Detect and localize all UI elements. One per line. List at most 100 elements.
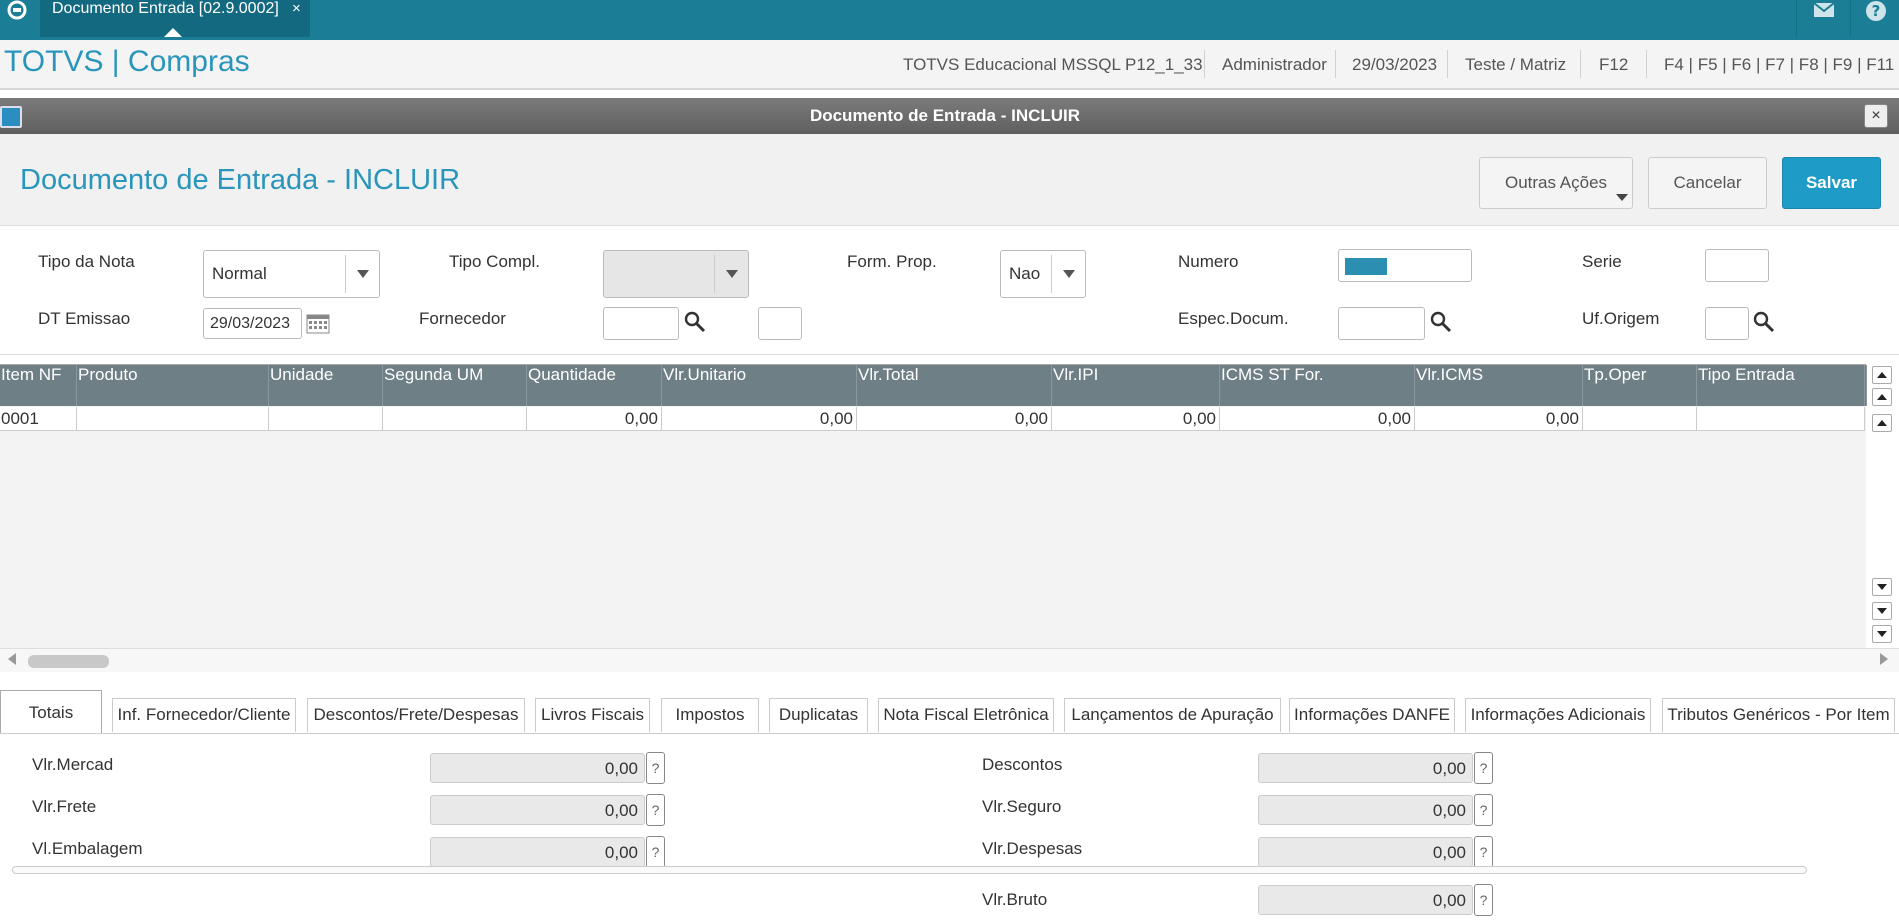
user-label[interactable]: Administrador	[1222, 55, 1327, 75]
tab-close-icon[interactable]: ×	[292, 0, 301, 17]
column-header[interactable]: Vlr.Total	[857, 365, 1052, 406]
scroll-page-down-icon[interactable]	[1872, 602, 1892, 620]
cell-quantidade[interactable]: 0,00	[527, 407, 662, 431]
window-title: Documento de Entrada - INCLUIR	[809, 106, 1081, 125]
column-header[interactable]: Vlr.ICMS	[1415, 365, 1583, 406]
chevron-down-icon[interactable]	[714, 255, 748, 293]
chevron-down-icon[interactable]	[1051, 255, 1085, 293]
column-header[interactable]: Segunda UM	[383, 365, 527, 406]
vlr-seguro-field[interactable]: 0,00	[1258, 795, 1473, 825]
tab-duplicatas[interactable]: Duplicatas	[769, 698, 868, 732]
tab-descontos[interactable]: Descontos/Frete/Despesas	[307, 698, 525, 732]
dt-emissao-field[interactable]: 29/03/2023	[203, 308, 302, 339]
column-header[interactable]: Item NF	[0, 365, 77, 406]
scroll-down-icon[interactable]	[1872, 578, 1892, 596]
help-button[interactable]: ?	[1474, 836, 1493, 868]
svg-text:?: ?	[1872, 2, 1881, 20]
branch-label[interactable]: Teste / Matriz	[1465, 55, 1566, 75]
scroll-thumb[interactable]	[28, 655, 109, 668]
scroll-bottom-icon[interactable]	[1872, 625, 1892, 643]
cell-vlr-unitario[interactable]: 0,00	[662, 407, 857, 431]
calendar-icon[interactable]	[306, 314, 330, 334]
column-header[interactable]: Vlr.IPI	[1052, 365, 1220, 406]
help-button[interactable]: ?	[1474, 752, 1493, 784]
column-header[interactable]: Vlr.Unitario	[662, 365, 857, 406]
search-icon[interactable]	[684, 311, 706, 333]
tipo-compl-select[interactable]	[603, 250, 749, 298]
vlr-despesas-field[interactable]: 0,00	[1258, 837, 1473, 867]
form-prop-select[interactable]: Nao	[1000, 250, 1086, 298]
cell-tipo-entrada[interactable]	[1697, 407, 1865, 431]
column-header[interactable]: Tp.Oper	[1583, 365, 1697, 406]
cell-unidade[interactable]	[269, 407, 383, 431]
chevron-down-icon[interactable]	[345, 255, 379, 293]
cell-icms-st[interactable]: 0,00	[1220, 407, 1415, 431]
date-label[interactable]: 29/03/2023	[1352, 55, 1437, 75]
more-actions-button[interactable]: Outras Ações	[1479, 157, 1633, 209]
vlr-frete-field[interactable]: 0,00	[430, 795, 645, 825]
uf-origem-field[interactable]	[1705, 307, 1749, 340]
help-button[interactable]: ?	[1850, 0, 1899, 37]
cell-segunda-um[interactable]	[383, 407, 527, 431]
tab-tributos[interactable]: Tributos Genéricos - Por Item	[1662, 698, 1895, 732]
search-icon[interactable]	[1430, 311, 1452, 333]
scroll-top-icon[interactable]	[1872, 366, 1892, 384]
column-header[interactable]: Produto	[77, 365, 269, 406]
tipo-nota-select[interactable]: Normal	[203, 250, 380, 298]
tab-danfe[interactable]: Informações DANFE	[1289, 698, 1455, 732]
tab-livros-fiscais[interactable]: Livros Fiscais	[535, 698, 650, 732]
scroll-up-icon[interactable]	[1872, 414, 1892, 432]
numero-field[interactable]	[1338, 249, 1472, 282]
tab-lancamentos[interactable]: Lançamentos de Apuração	[1064, 698, 1281, 732]
column-header[interactable]: Tipo Entrada	[1697, 365, 1865, 406]
column-header[interactable]: Unidade	[269, 365, 383, 406]
environment-label[interactable]: TOTVS Educacional MSSQL P12_1_33	[903, 55, 1203, 75]
chevron-down-icon	[1616, 194, 1628, 201]
f12-label[interactable]: F12	[1599, 55, 1628, 75]
column-header[interactable]: C	[1865, 365, 1867, 406]
horizontal-scrollbar[interactable]	[0, 648, 1899, 672]
loja-field[interactable]	[758, 307, 802, 340]
tab-nfe[interactable]: Nota Fiscal Eletrônica	[878, 698, 1054, 732]
totvs-logo-icon[interactable]	[4, 0, 30, 22]
mail-button[interactable]	[1796, 0, 1848, 37]
cell-item[interactable]: 0001	[0, 407, 77, 431]
vlr-bruto-field[interactable]: 0,00	[1258, 885, 1473, 915]
vertical-scrollbar[interactable]	[1868, 364, 1899, 648]
cell-tp-oper[interactable]	[1583, 407, 1697, 431]
column-header[interactable]: Quantidade	[527, 365, 662, 406]
vl-embalagem-field[interactable]: 0,00	[430, 837, 645, 867]
fornecedor-field[interactable]	[603, 307, 679, 340]
tab-info-adicionais[interactable]: Informações Adicionais	[1465, 698, 1651, 732]
vlr-mercad-field[interactable]: 0,00	[430, 753, 645, 783]
scroll-page-up-icon[interactable]	[1872, 388, 1892, 406]
tab-documento-entrada[interactable]: Documento Entrada [02.9.0002] ×	[40, 0, 310, 37]
window-close-button[interactable]: ×	[1864, 104, 1888, 128]
scroll-left-icon[interactable]	[8, 653, 16, 665]
tab-impostos[interactable]: Impostos	[661, 698, 759, 732]
search-icon[interactable]	[1753, 311, 1775, 333]
tab-inf-fornecedor[interactable]: Inf. Fornecedor/Cliente	[112, 698, 296, 732]
window-titlebar: Documento de Entrada - INCLUIR	[0, 98, 1899, 134]
cell-vlr-icms[interactable]: 0,00	[1415, 407, 1583, 431]
cell-produto[interactable]	[77, 407, 269, 431]
help-button[interactable]: ?	[1474, 884, 1493, 916]
especie-field[interactable]	[1338, 307, 1425, 340]
descontos-field[interactable]: 0,00	[1258, 753, 1473, 783]
help-button[interactable]: ?	[1474, 794, 1493, 826]
vlr-frete-label: Vlr.Frete	[32, 797, 97, 816]
cell-vlr-ipi[interactable]: 0,00	[1052, 407, 1220, 431]
cancel-button[interactable]: Cancelar	[1648, 157, 1767, 209]
serie-field[interactable]	[1705, 249, 1769, 282]
column-header[interactable]: ICMS ST For.	[1220, 365, 1415, 406]
section-separator	[12, 866, 1807, 874]
function-keys-label[interactable]: F4 | F5 | F6 | F7 | F8 | F9 | F11	[1664, 55, 1894, 75]
help-button[interactable]: ?	[646, 794, 665, 826]
divider	[1580, 50, 1581, 78]
scroll-right-icon[interactable]	[1880, 653, 1888, 665]
cell-vlr-total[interactable]: 0,00	[857, 407, 1052, 431]
help-button[interactable]: ?	[646, 752, 665, 784]
help-button[interactable]: ?	[646, 836, 665, 868]
save-button[interactable]: Salvar	[1782, 157, 1881, 209]
tab-totais[interactable]: Totais	[0, 690, 102, 734]
